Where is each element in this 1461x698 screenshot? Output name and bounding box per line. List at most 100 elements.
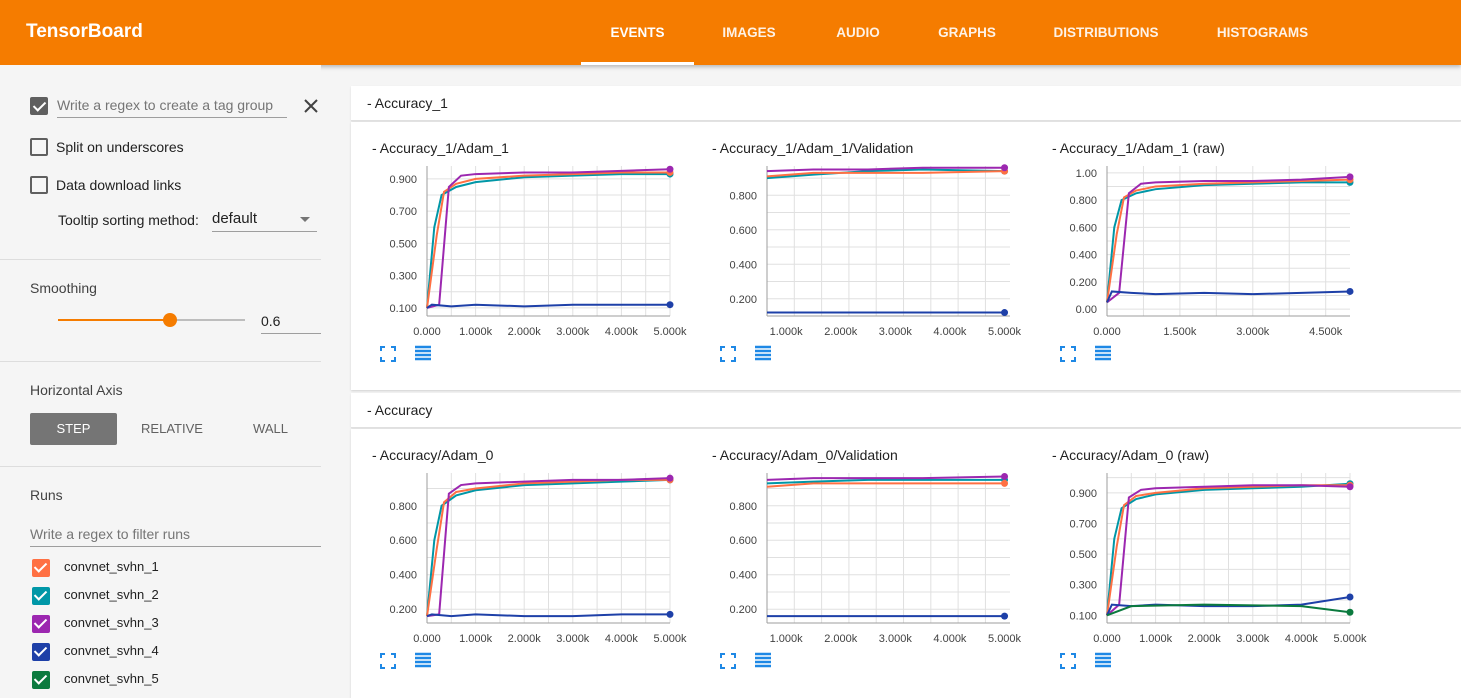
- series-end-point: [666, 610, 674, 618]
- axis-wall-button[interactable]: WALL: [227, 413, 314, 445]
- chart-plot[interactable]: 0.200 0.400 0.600 0.800 1.000k 2.000k 3.000k 4.…: [712, 160, 1022, 345]
- divider: [0, 466, 321, 467]
- divider: [0, 259, 321, 260]
- x-tick-label: 4.000k: [933, 633, 967, 645]
- smoothing-slider-knob[interactable]: [163, 313, 178, 327]
- run-checkbox-5[interactable]: [32, 671, 50, 689]
- category-title: - Accuracy: [367, 402, 433, 418]
- data-download-label: Data download links: [56, 177, 182, 193]
- close-icon[interactable]: [301, 96, 321, 116]
- tab-distributions[interactable]: DISTRIBUTIONS: [1040, 0, 1172, 65]
- horizontal-axis-title: Horizontal Axis: [30, 382, 123, 398]
- smoothing-value-input[interactable]: [261, 313, 321, 334]
- tab-images[interactable]: IMAGES: [704, 0, 794, 65]
- tab-audio[interactable]: AUDIO: [818, 0, 898, 65]
- expand-icon[interactable]: [1058, 651, 1078, 671]
- chart-plot[interactable]: 0.100 0.300 0.500 0.700 0.900 0.000 1.000k 2.00…: [1052, 467, 1367, 652]
- data-table-icon[interactable]: [753, 651, 773, 671]
- x-tick-label: 0.000: [413, 633, 441, 645]
- data-table-icon[interactable]: [753, 344, 773, 364]
- expand-icon[interactable]: [1058, 344, 1078, 364]
- smoothing-slider[interactable]: [58, 313, 245, 327]
- run-label-2: convnet_svhn_2: [64, 587, 159, 602]
- y-tick-label: 0.800: [729, 501, 757, 513]
- expand-icon[interactable]: [378, 651, 398, 671]
- y-tick-label: 0.400: [729, 570, 757, 582]
- run-label-3: convnet_svhn_3: [64, 615, 159, 630]
- expand-icon[interactable]: [378, 344, 398, 364]
- series-end-point: [1001, 479, 1009, 487]
- chart-plot[interactable]: 0.100 0.300 0.500 0.700 0.900 0.000 1.000k 2.00…: [372, 160, 687, 345]
- tooltip-sorting-label: Tooltip sorting method:: [58, 212, 199, 228]
- category-header[interactable]: - Accuracy: [351, 393, 1461, 428]
- x-tick-label: 1.500k: [1163, 326, 1197, 338]
- series-end-point: [1346, 593, 1354, 601]
- y-tick-label: 0.300: [389, 271, 417, 283]
- x-tick-label: 2.000k: [824, 633, 858, 645]
- chart-plot[interactable]: 0.00 0.200 0.400 0.600 0.800 1.00 0.000 1.500k 3…: [1052, 160, 1362, 345]
- tag-group-checkbox[interactable]: [30, 97, 48, 115]
- y-tick-label: 0.600: [729, 225, 757, 237]
- data-download-checkbox[interactable]: [30, 176, 48, 194]
- y-tick-label: 0.200: [729, 294, 757, 306]
- tag-group-input[interactable]: [57, 97, 287, 118]
- y-tick-label: 0.00: [1076, 304, 1097, 316]
- x-tick-label: 1.000k: [459, 326, 493, 338]
- x-tick-label: 3.000k: [556, 633, 590, 645]
- x-tick-label: 5.000k: [1333, 633, 1367, 645]
- y-tick-label: 0.600: [1069, 222, 1097, 234]
- tab-histograms[interactable]: HISTOGRAMS: [1200, 0, 1325, 65]
- x-tick-label: 0.000: [1093, 326, 1121, 338]
- tooltip-sorting-dropdown[interactable]: default: [212, 207, 317, 232]
- series-end-point: [666, 474, 674, 482]
- y-tick-label: 0.500: [1069, 549, 1097, 561]
- y-tick-label: 0.400: [1069, 250, 1097, 262]
- data-table-icon[interactable]: [1093, 651, 1113, 671]
- series-end-point: [1001, 309, 1009, 317]
- tooltip-sorting-value: default: [212, 210, 258, 227]
- x-tick-label: 4.000k: [605, 326, 639, 338]
- y-tick-label: 0.700: [389, 206, 417, 218]
- run-checkbox-1[interactable]: [32, 559, 50, 577]
- run-checkbox-3[interactable]: [32, 615, 50, 633]
- data-table-icon[interactable]: [413, 344, 433, 364]
- run-checkbox-2[interactable]: [32, 587, 50, 605]
- chart-plot[interactable]: 0.200 0.400 0.600 0.800 1.000k 2.000k 3.000k 4.…: [712, 467, 1022, 652]
- category-header[interactable]: - Accuracy_1: [351, 86, 1461, 121]
- y-tick-label: 0.200: [389, 604, 417, 616]
- data-table-icon[interactable]: [1093, 344, 1113, 364]
- split-underscores-checkbox[interactable]: [30, 138, 48, 156]
- y-tick-label: 0.800: [1069, 195, 1097, 207]
- expand-icon[interactable]: [718, 651, 738, 671]
- y-tick-label: 0.700: [1069, 519, 1097, 531]
- chart-plot[interactable]: 0.200 0.400 0.600 0.800 0.000 1.000k 2.000k 3.0…: [372, 467, 687, 652]
- tab-events[interactable]: EVENTS: [581, 0, 694, 65]
- x-tick-label: 5.000k: [653, 326, 687, 338]
- smoothing-title: Smoothing: [30, 280, 97, 296]
- chart-title: - Accuracy/Adam_0/Validation: [712, 447, 898, 463]
- x-tick-label: 0.000: [413, 326, 441, 338]
- series-end-point: [666, 301, 674, 309]
- runs-filter-input[interactable]: [30, 526, 321, 547]
- y-tick-label: 0.100: [389, 303, 417, 315]
- data-table-icon[interactable]: [413, 651, 433, 671]
- expand-icon[interactable]: [718, 344, 738, 364]
- y-tick-label: 0.800: [389, 501, 417, 513]
- x-tick-label: 2.000k: [1188, 633, 1222, 645]
- series-end-point: [1001, 164, 1009, 172]
- y-tick-label: 0.600: [389, 535, 417, 547]
- runs-title: Runs: [30, 487, 63, 503]
- tab-graphs[interactable]: GRAPHS: [922, 0, 1012, 65]
- x-tick-label: 0.000: [1093, 633, 1121, 645]
- axis-relative-button[interactable]: RELATIVE: [127, 413, 217, 445]
- x-tick-label: 5.000k: [988, 633, 1022, 645]
- axis-step-button[interactable]: STEP: [30, 413, 117, 445]
- app-title: TensorBoard: [26, 21, 143, 42]
- y-tick-label: 0.900: [389, 174, 417, 186]
- x-tick-label: 3.000k: [879, 633, 913, 645]
- run-checkbox-4[interactable]: [32, 643, 50, 661]
- x-tick-label: 1.000k: [459, 633, 493, 645]
- y-tick-label: 0.900: [1069, 488, 1097, 500]
- series-end-point: [1001, 612, 1009, 620]
- run-label-1: convnet_svhn_1: [64, 559, 159, 574]
